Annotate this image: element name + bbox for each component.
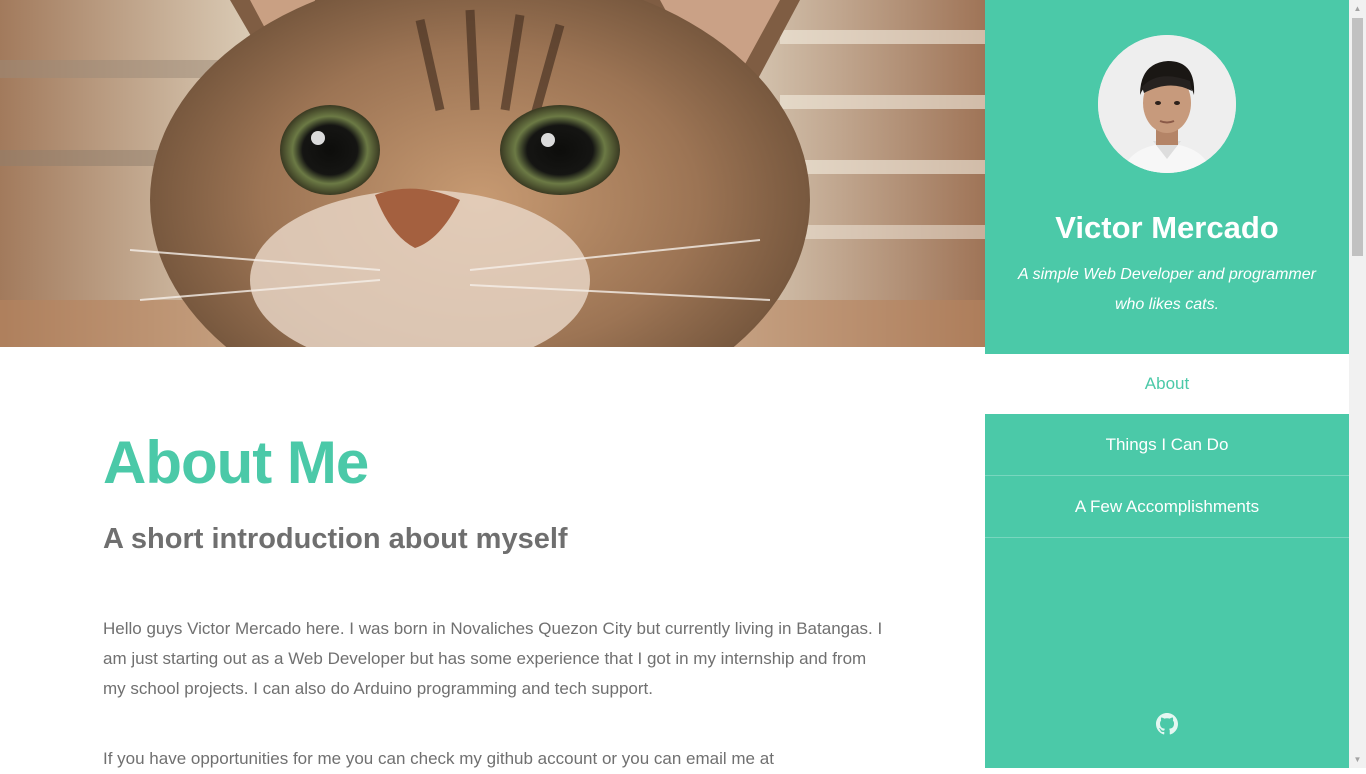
github-icon	[1156, 713, 1178, 735]
sidebar-nav: About Things I Can Do A Few Accomplishme…	[985, 354, 1349, 538]
hero-cat-image	[0, 0, 985, 347]
scroll-down-icon[interactable]: ▼	[1349, 751, 1366, 768]
nav-item-accomplishments[interactable]: A Few Accomplishments	[985, 476, 1349, 538]
scroll-up-icon[interactable]: ▲	[1349, 0, 1366, 17]
page-subtitle: A short introduction about myself	[103, 523, 568, 555]
page-title: About Me	[103, 429, 369, 496]
sidebar: Victor Mercado A simple Web Developer an…	[985, 0, 1349, 768]
profile-photo-icon	[1098, 35, 1236, 173]
avatar	[1098, 35, 1236, 173]
main-content: About Me A short introduction about myse…	[103, 347, 893, 768]
contact-paragraph: If you have opportunities for me you can…	[103, 749, 774, 768]
scroll-thumb[interactable]	[1352, 18, 1363, 256]
nav-item-about[interactable]: About	[985, 354, 1349, 414]
profile-name: Victor Mercado	[1055, 210, 1279, 245]
intro-paragraph: Hello guys Victor Mercado here. I was bo…	[103, 619, 883, 698]
profile-tagline: A simple Web Developer and programmer wh…	[1018, 266, 1316, 313]
cat-photo-icon	[0, 0, 985, 347]
github-link[interactable]	[1156, 713, 1178, 735]
page-scrollbar[interactable]: ▲ ▼	[1349, 0, 1366, 768]
nav-item-things-i-can-do[interactable]: Things I Can Do	[985, 414, 1349, 476]
